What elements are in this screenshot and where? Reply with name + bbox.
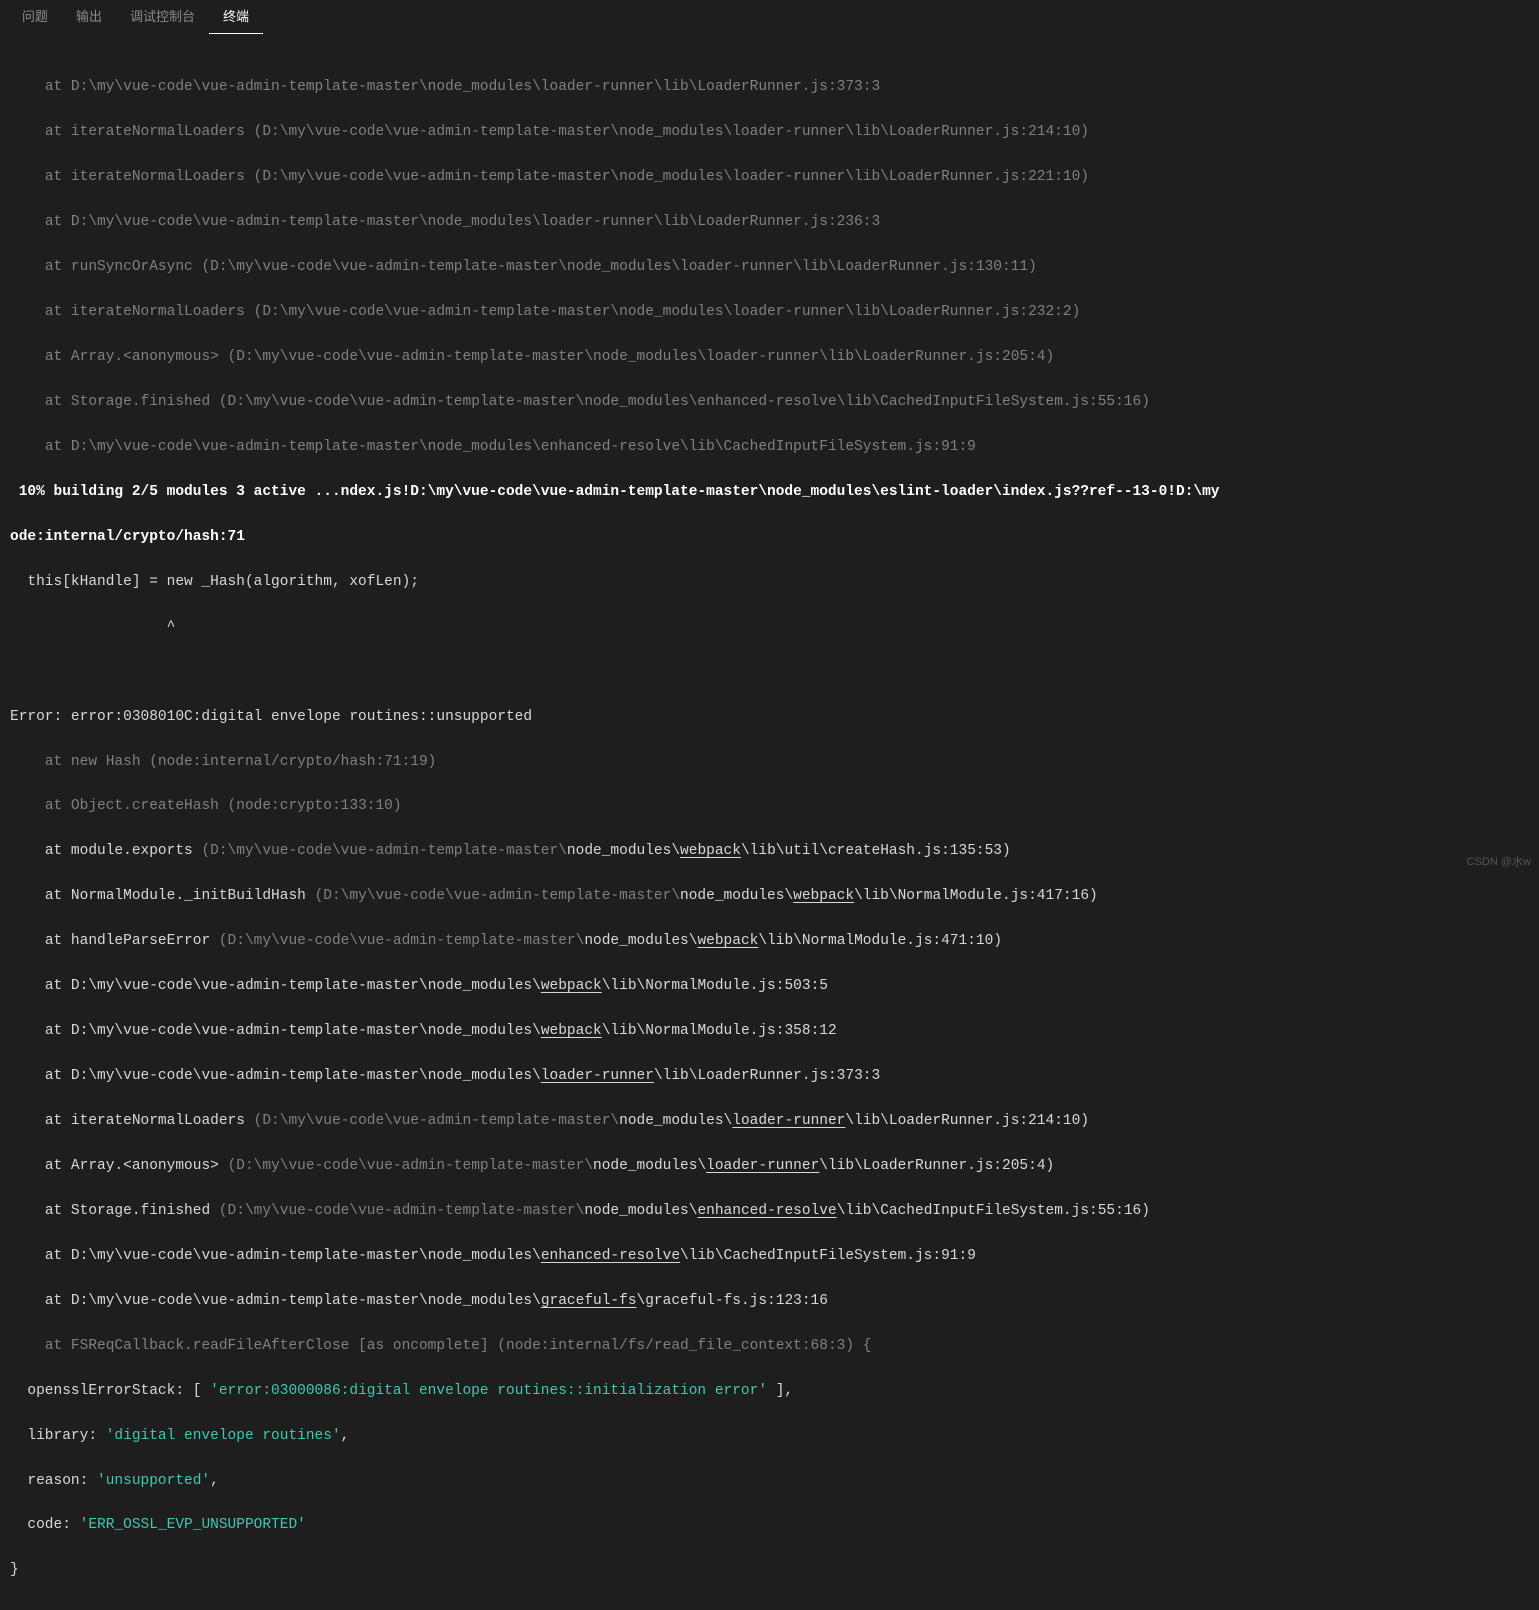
error-prop: reason: 'unsupported', <box>10 1470 1529 1492</box>
stack-line: at D:\my\vue-code\vue-admin-template-mas… <box>10 1065 1529 1087</box>
terminal-output[interactable]: at D:\my\vue-code\vue-admin-template-mas… <box>0 36 1539 1610</box>
stack-line: at iterateNormalLoaders (D:\my\vue-code\… <box>10 301 1529 323</box>
stack-line: at D:\my\vue-code\vue-admin-template-mas… <box>10 975 1529 997</box>
error-prop: library: 'digital envelope routines', <box>10 1425 1529 1447</box>
stack-line: at D:\my\vue-code\vue-admin-template-mas… <box>10 1290 1529 1312</box>
stack-line: at iterateNormalLoaders (D:\my\vue-code\… <box>10 121 1529 143</box>
stack-line: at D:\my\vue-code\vue-admin-template-mas… <box>10 76 1529 98</box>
brace-close: } <box>10 1559 1529 1581</box>
panel-tab-bar: 问题 输出 调试控制台 终端 <box>0 0 1539 36</box>
error-prop: opensslErrorStack: [ 'error:03000086:dig… <box>10 1380 1529 1402</box>
stack-line: at Array.<anonymous> (D:\my\vue-code\vue… <box>10 346 1529 368</box>
build-progress: ode:internal/crypto/hash:71 <box>10 526 1529 548</box>
tab-problems[interactable]: 问题 <box>8 1 62 33</box>
stack-line: at handleParseError (D:\my\vue-code\vue-… <box>10 930 1529 952</box>
stack-line: at FSReqCallback.readFileAfterClose [as … <box>10 1335 1529 1357</box>
stack-line: at Object.createHash (node:crypto:133:10… <box>10 795 1529 817</box>
tab-terminal[interactable]: 终端 <box>209 1 263 34</box>
stack-line: at Array.<anonymous> (D:\my\vue-code\vue… <box>10 1155 1529 1177</box>
stack-line: at Storage.finished (D:\my\vue-code\vue-… <box>10 1200 1529 1222</box>
stack-line: at new Hash (node:internal/crypto/hash:7… <box>10 751 1529 773</box>
stack-line: at module.exports (D:\my\vue-code\vue-ad… <box>10 840 1529 862</box>
error-heading: Error: error:0308010C:digital envelope r… <box>10 706 1529 728</box>
stack-line: at D:\my\vue-code\vue-admin-template-mas… <box>10 436 1529 458</box>
stack-line: at D:\my\vue-code\vue-admin-template-mas… <box>10 1245 1529 1267</box>
error-prop: code: 'ERR_OSSL_EVP_UNSUPPORTED' <box>10 1514 1529 1536</box>
caret-line: ^ <box>10 616 1529 638</box>
watermark: CSDN @水w <box>1467 854 1531 871</box>
stack-line: at D:\my\vue-code\vue-admin-template-mas… <box>10 211 1529 233</box>
stack-line: at Storage.finished (D:\my\vue-code\vue-… <box>10 391 1529 413</box>
stack-line: at D:\my\vue-code\vue-admin-template-mas… <box>10 1020 1529 1042</box>
stack-line: at iterateNormalLoaders (D:\my\vue-code\… <box>10 166 1529 188</box>
tab-debug-console[interactable]: 调试控制台 <box>116 1 209 33</box>
stack-line: at runSyncOrAsync (D:\my\vue-code\vue-ad… <box>10 256 1529 278</box>
build-progress: 10% building 2/5 modules 3 active ...nde… <box>10 481 1529 503</box>
blank-line <box>10 661 1529 683</box>
stack-line: at NormalModule._initBuildHash (D:\my\vu… <box>10 885 1529 907</box>
stack-line: at iterateNormalLoaders (D:\my\vue-code\… <box>10 1110 1529 1132</box>
code-line: this[kHandle] = new _Hash(algorithm, xof… <box>10 571 1529 593</box>
tab-output[interactable]: 输出 <box>62 1 116 33</box>
